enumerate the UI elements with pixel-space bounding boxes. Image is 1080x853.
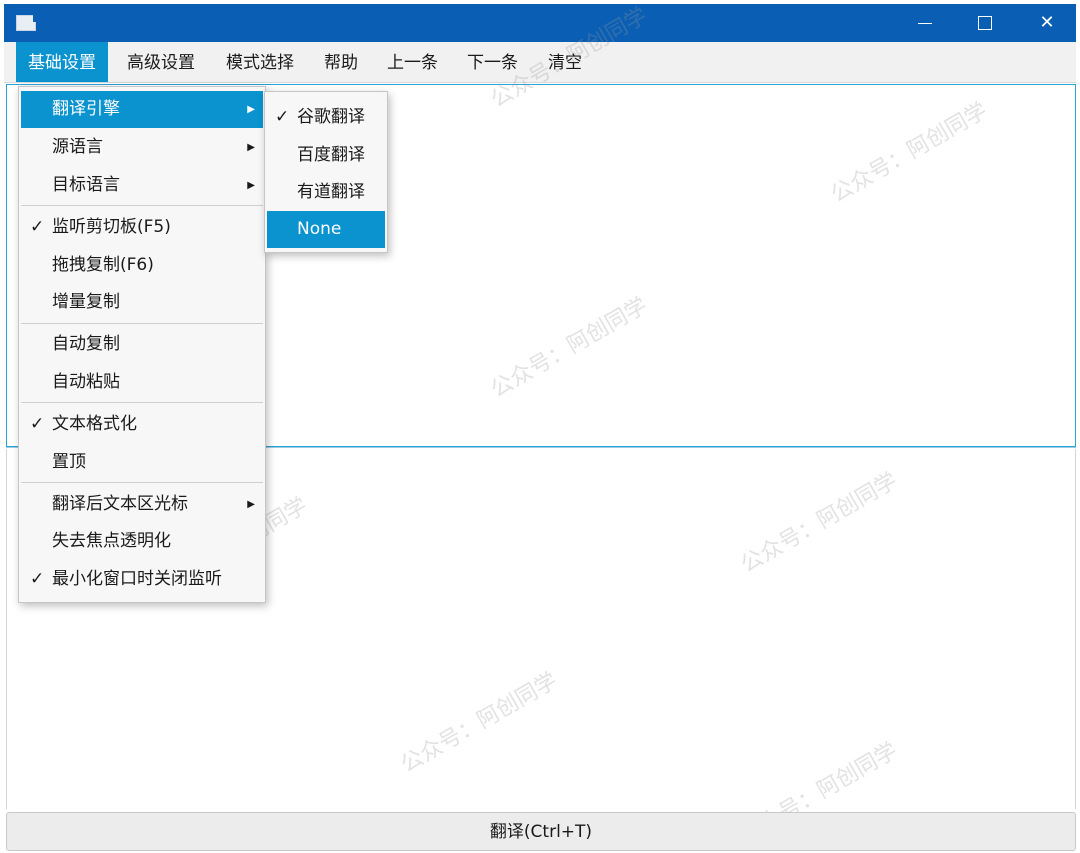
maximize-icon	[978, 16, 992, 30]
menu-advanced-settings[interactable]: 高级设置	[115, 42, 207, 82]
menu-bar: 基础设置 高级设置 模式选择 帮助 上一条 下一条 清空	[4, 42, 1076, 83]
engine-baidu[interactable]: 百度翻译	[267, 137, 385, 174]
menu-item-label: 有道翻译	[297, 182, 365, 202]
menu-item-cursor-after-translate[interactable]: 翻译后文本区光标 ▶	[21, 486, 263, 523]
submenu-arrow-icon: ▶	[247, 142, 255, 153]
menu-item-label: 最小化窗口时关闭监听	[52, 569, 222, 589]
menu-item-transparent-on-blur[interactable]: 失去焦点透明化	[21, 523, 263, 560]
menu-item-label: 自动粘贴	[52, 372, 120, 392]
menu-item-text-format[interactable]: ✓ 文本格式化	[21, 406, 263, 443]
check-icon: ✓	[275, 107, 290, 127]
menu-item-label: 自动复制	[52, 334, 120, 354]
check-icon: ✓	[30, 414, 45, 434]
menu-item-monitor-clipboard[interactable]: ✓ 监听剪切板(F5)	[21, 209, 263, 246]
title-bar: ✕	[4, 4, 1076, 42]
menu-item-source-language[interactable]: 源语言 ▶	[21, 129, 263, 166]
menu-item-label: 失去焦点透明化	[52, 531, 171, 551]
basic-settings-dropdown: 翻译引擎 ▶ 源语言 ▶ 目标语言 ▶ ✓ 监听剪切板(F5) 拖拽复制(F6)…	[18, 86, 266, 603]
menu-item-label: 百度翻译	[297, 145, 365, 165]
submenu-arrow-icon: ▶	[247, 104, 255, 115]
menu-previous[interactable]: 上一条	[375, 42, 450, 82]
menu-item-always-on-top[interactable]: 置顶	[21, 444, 263, 481]
menu-item-label: 文本格式化	[52, 414, 137, 434]
engine-google[interactable]: ✓ 谷歌翻译	[267, 99, 385, 136]
menu-item-drag-copy[interactable]: 拖拽复制(F6)	[21, 247, 263, 284]
menu-item-incremental-copy[interactable]: 增量复制	[21, 284, 263, 321]
submenu-arrow-icon: ▶	[247, 499, 255, 510]
close-button[interactable]: ✕	[1019, 4, 1075, 42]
menu-item-translation-engine[interactable]: 翻译引擎 ▶	[21, 91, 263, 128]
translation-engine-submenu: ✓ 谷歌翻译 百度翻译 有道翻译 None	[264, 91, 388, 253]
maximize-button[interactable]	[957, 4, 1013, 42]
menu-mode-select[interactable]: 模式选择	[214, 42, 306, 82]
close-icon: ✕	[1039, 12, 1055, 33]
minimize-button[interactable]	[897, 4, 953, 42]
menu-item-label: None	[297, 219, 342, 239]
engine-youdao[interactable]: 有道翻译	[267, 174, 385, 211]
menu-clear[interactable]: 清空	[536, 42, 594, 82]
menu-item-stop-monitor-on-minimize[interactable]: ✓ 最小化窗口时关闭监听	[21, 561, 263, 598]
menu-item-label: 拖拽复制(F6)	[52, 255, 154, 275]
menu-next[interactable]: 下一条	[455, 42, 530, 82]
menu-basic-settings[interactable]: 基础设置	[16, 42, 108, 82]
minimize-icon	[918, 23, 932, 24]
menu-separator	[21, 482, 263, 483]
menu-separator	[21, 323, 263, 324]
menu-item-label: 监听剪切板(F5)	[52, 217, 171, 237]
menu-item-label: 增量复制	[52, 292, 120, 312]
menu-item-auto-paste[interactable]: 自动粘贴	[21, 364, 263, 401]
menu-item-auto-copy[interactable]: 自动复制	[21, 326, 263, 363]
check-icon: ✓	[30, 569, 45, 589]
menu-help[interactable]: 帮助	[312, 42, 370, 82]
engine-none[interactable]: None	[267, 211, 385, 248]
menu-item-label: 翻译引擎	[52, 99, 120, 119]
translate-button[interactable]: 翻译(Ctrl+T)	[6, 812, 1076, 851]
menu-item-label: 置顶	[52, 452, 86, 472]
menu-separator	[21, 205, 263, 206]
app-window-icon	[16, 15, 36, 31]
menu-item-label: 翻译后文本区光标	[52, 494, 188, 514]
submenu-arrow-icon: ▶	[247, 180, 255, 191]
menu-separator	[21, 402, 263, 403]
menu-item-label: 目标语言	[52, 175, 120, 195]
check-icon: ✓	[30, 217, 45, 237]
menu-item-label: 谷歌翻译	[297, 107, 365, 127]
menu-item-target-language[interactable]: 目标语言 ▶	[21, 167, 263, 204]
menu-item-label: 源语言	[52, 137, 103, 157]
